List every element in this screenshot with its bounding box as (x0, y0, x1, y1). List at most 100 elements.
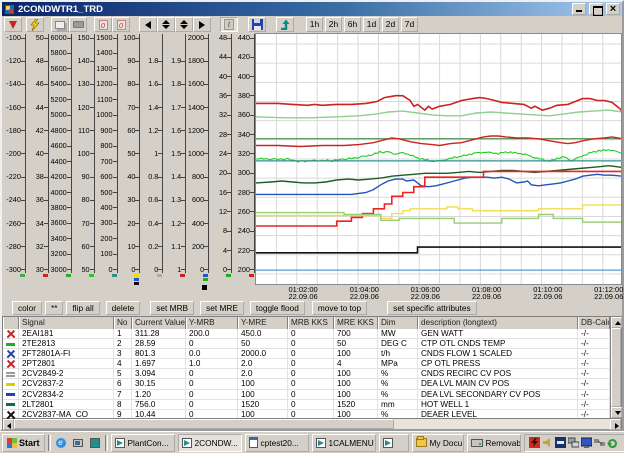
column-header[interactable]: description (longtext) (418, 317, 578, 329)
set-mrb-button[interactable]: set MRB (150, 301, 194, 315)
task-buttons: PlantCon...2CONDW...cptest20...1CALMENU M… (111, 434, 521, 452)
time-mode-button[interactable]: t (220, 17, 238, 32)
table-row[interactable]: 2CV2837-2630.1501000100%DEA LVL MAIN CV … (3, 379, 610, 389)
task-button-cptest20-[interactable]: cptest20... (245, 434, 309, 452)
range-button-6h[interactable]: 6h (344, 17, 361, 32)
action-button-row: color**flip all delete set MRB set MRE toggl… (2, 300, 622, 316)
splitter-handle[interactable] (202, 285, 207, 290)
scroll-down-icon[interactable] (611, 407, 622, 418)
color-button[interactable]: color (12, 301, 42, 315)
move-to-top-button[interactable]: move to top (312, 301, 367, 315)
spinner-left-button[interactable] (157, 17, 175, 32)
scroll-left-arrow-icon[interactable] (3, 419, 14, 430)
column-header[interactable]: Signal (19, 317, 114, 329)
--button[interactable]: ** (45, 301, 63, 315)
axis-tick-label: 320 (232, 150, 250, 157)
alarm-tray-icon[interactable] (529, 437, 540, 448)
range-button-2h[interactable]: 2h (325, 17, 342, 32)
column-header[interactable]: Current Value (132, 317, 186, 329)
print-button[interactable] (69, 17, 87, 32)
cell-current: 28.59 (132, 339, 186, 349)
spinner-right-icon (180, 20, 188, 29)
cell-desc: CTP OTL CNDS TEMP (418, 339, 578, 349)
export-button[interactable] (276, 17, 294, 32)
vertical-scroll-thumb[interactable] (611, 328, 621, 407)
titlebar[interactable]: 2CONDWTR1_TRD (2, 2, 622, 16)
window-icon (4, 4, 15, 15)
axis-tick-label: 1 (140, 150, 158, 157)
channels-icon[interactable] (88, 436, 102, 450)
network-tray-icon[interactable] (568, 437, 579, 448)
y-axis-4: 1501401301201101009080706050 (72, 34, 95, 285)
axis-tick-label: 1400 (186, 104, 204, 111)
flip-all-button[interactable]: flip all (66, 301, 99, 315)
display-tray-icon[interactable] (581, 437, 592, 448)
delete-button[interactable]: delete (106, 301, 141, 315)
start-button[interactable]: Start (2, 434, 45, 452)
table-row[interactable]: 2CV2834-271.2001000100%DEA LVL SECONDARY… (3, 390, 610, 400)
table-row[interactable]: 2EAI1811311.28200.0450.00700MWGEN WATT-/… (3, 329, 610, 339)
scroll-up-icon[interactable] (611, 317, 622, 328)
reset-zero-right-button[interactable]: 0 (112, 17, 130, 32)
table-row[interactable]: 2CV2849-253.09402.00100%CNDS RECIRC CV P… (3, 369, 610, 379)
connection-tray-icon[interactable] (594, 437, 605, 448)
language-tray-icon[interactable] (555, 437, 566, 448)
task-button-plantcon-[interactable]: PlantCon... (111, 434, 175, 452)
column-header[interactable]: MRE KKS (334, 317, 378, 329)
maximize-button[interactable] (589, 3, 603, 15)
axis-tick-label: 4800 (49, 127, 67, 134)
internet-explorer-icon[interactable]: e (54, 436, 68, 450)
volume-tray-icon[interactable] (542, 437, 553, 448)
scroll-left-button[interactable] (139, 17, 157, 32)
range-button-7d[interactable]: 7d (401, 17, 418, 32)
task-button-4[interactable] (379, 434, 409, 452)
column-header[interactable]: Dim (378, 317, 418, 329)
axis-tick-label: 20 (118, 220, 136, 227)
column-header[interactable]: No (114, 317, 132, 329)
table-row[interactable]: 2PT280141.6971.02.004MPaCP OTL PRESS-/- (3, 359, 610, 369)
save-button[interactable] (248, 17, 266, 32)
copy-window-button[interactable] (51, 17, 69, 32)
task-button-my-docu-[interactable]: My Docu... (412, 434, 464, 452)
axis-tick-label: 120 (72, 104, 90, 111)
column-header[interactable]: DB-CalcF (578, 317, 610, 329)
trend-plot[interactable] (255, 33, 622, 285)
set-specific-attributes-button[interactable]: set specific attributes (387, 301, 476, 315)
range-button-1h[interactable]: 1h (306, 17, 323, 32)
scroll-right-arrow-icon[interactable] (610, 419, 621, 430)
column-header[interactable]: Y-MRB (186, 317, 238, 329)
reset-zero-left-button[interactable]: 0 (94, 17, 112, 32)
trend-trigger-button[interactable] (4, 17, 22, 32)
table-vertical-scrollbar[interactable] (610, 317, 621, 418)
axis-tick-label: 100 (118, 34, 136, 41)
show-desktop-icon[interactable] (71, 436, 85, 450)
cell-no: 1 (114, 329, 132, 339)
axis-tick-label: 40 (209, 73, 227, 80)
cell-desc: GEN WATT (418, 329, 578, 339)
table-row[interactable]: 2FT2801A-FI3801.30.02000.00100t/hCNDS FL… (3, 349, 610, 359)
column-header[interactable]: Y-MRE (238, 317, 288, 329)
axis-tick-label: -160 (3, 104, 21, 111)
task-button-2condw-[interactable]: 2CONDW... (178, 434, 242, 452)
table-horizontal-scrollbar[interactable] (3, 418, 621, 429)
toggle-flood-button[interactable]: toggle flood (250, 301, 305, 315)
close-button[interactable] (606, 3, 620, 15)
cell-signal: 2TE2813 (19, 339, 114, 349)
app-icon (182, 438, 192, 448)
column-header[interactable]: MRB KKS (288, 317, 334, 329)
spinner-right-button[interactable] (175, 17, 193, 32)
lightning-button[interactable] (26, 17, 44, 32)
table-row[interactable]: 2TE2813228.59050050DEG CCTP OTL CNDS TEM… (3, 339, 610, 349)
set-mre-button[interactable]: set MRE (200, 301, 244, 315)
table-header[interactable]: SignalNoCurrent ValueY-MRBY-MREMRB KKSMR… (3, 317, 610, 329)
range-button-1d[interactable]: 1d (363, 17, 380, 32)
table-row[interactable]: 2LT28018756.00152001520mmHOT WELL 1-/- (3, 400, 610, 410)
task-button-removab-[interactable]: Removab... (467, 434, 521, 452)
horizontal-scroll-thumb[interactable] (14, 419, 394, 429)
sync-tray-icon[interactable] (607, 437, 618, 448)
task-button-1calmenu[interactable]: 1CALMENU (312, 434, 376, 452)
scroll-right-button[interactable] (193, 17, 211, 32)
minimize-button[interactable] (572, 3, 586, 15)
range-button-2d[interactable]: 2d (382, 17, 399, 32)
column-header[interactable] (3, 317, 19, 329)
